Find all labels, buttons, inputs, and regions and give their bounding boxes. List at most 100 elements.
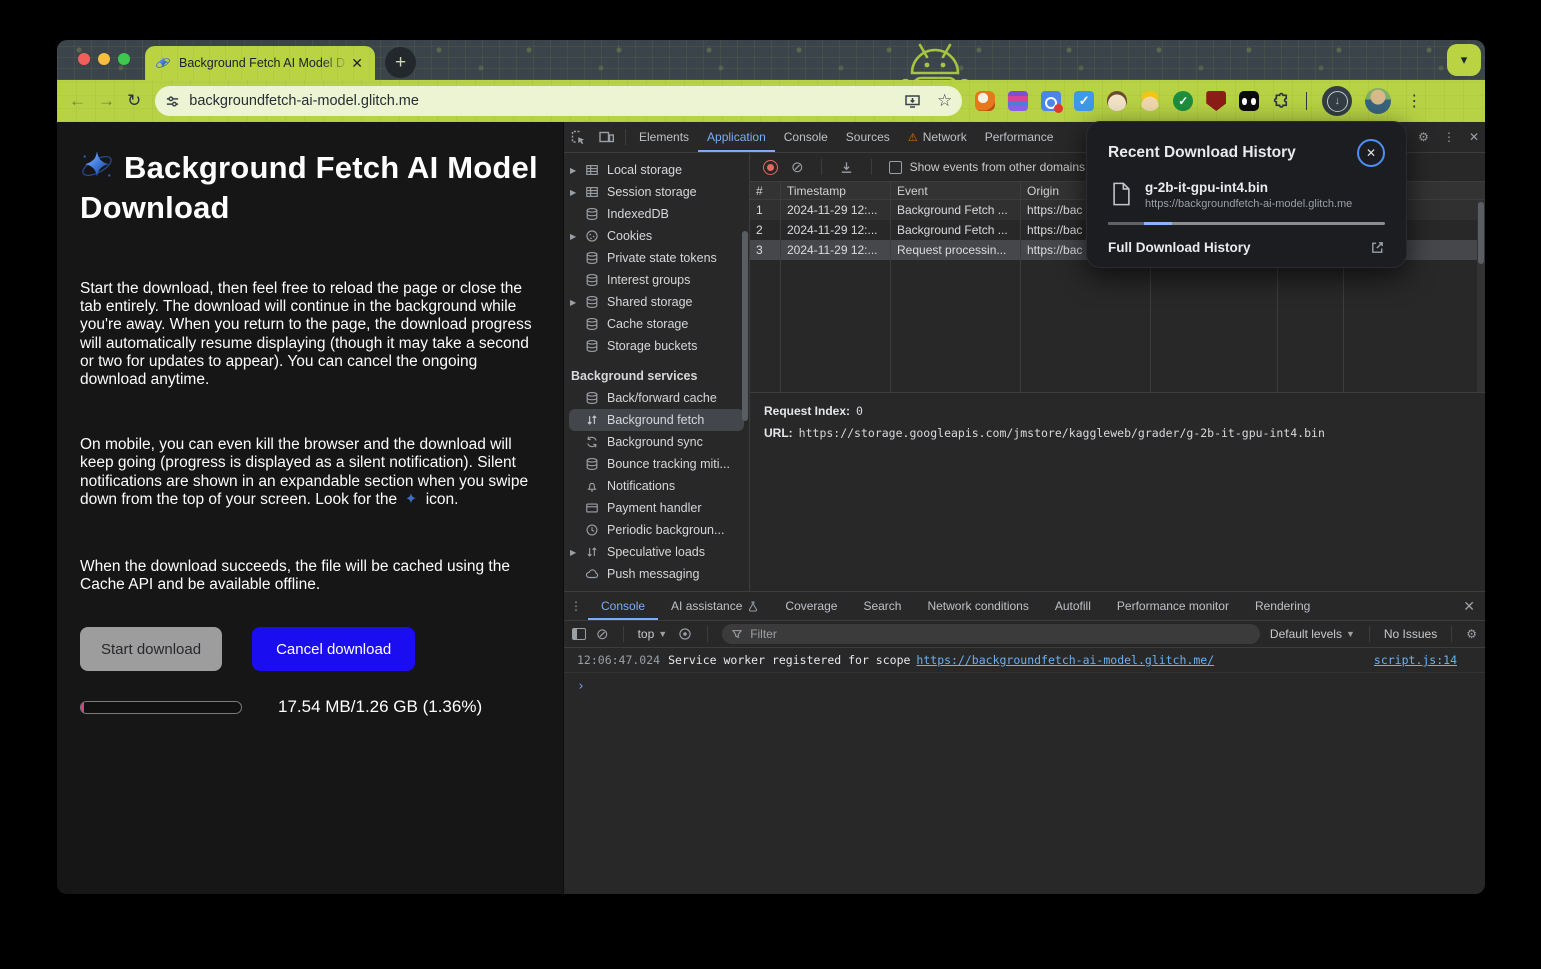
- eye-icon[interactable]: [677, 627, 693, 641]
- downloads-button[interactable]: ↓: [1322, 86, 1352, 116]
- table-row-cell[interactable]: 1: [750, 200, 781, 220]
- sidebar-item-background-sync[interactable]: Background sync: [564, 431, 749, 453]
- sidebar-item-periodic-background-sync[interactable]: Periodic backgroun...: [564, 519, 749, 541]
- download-item[interactable]: g-2b-it-gpu-int4.bin https://backgroundf…: [1108, 180, 1385, 210]
- sidebar-item-notifications[interactable]: Notifications: [564, 475, 749, 497]
- full-download-history-link[interactable]: Full Download History: [1108, 240, 1370, 255]
- sidebar-item-indexeddb[interactable]: IndexedDB: [564, 203, 749, 225]
- javascript-context-selector[interactable]: top▼: [638, 627, 668, 641]
- sidebar-item-interest-groups[interactable]: Interest groups: [564, 269, 749, 291]
- drawer-close-icon[interactable]: ✕: [1463, 598, 1475, 615]
- save-events-icon[interactable]: [839, 160, 854, 175]
- column-header-timestamp[interactable]: Timestamp: [781, 182, 891, 200]
- expand-arrow-icon[interactable]: ▶: [570, 548, 582, 557]
- expand-arrow-icon[interactable]: ▶: [570, 166, 582, 175]
- bookmark-star-icon[interactable]: ☆: [937, 91, 952, 111]
- close-window-button[interactable]: [78, 53, 90, 65]
- install-app-icon[interactable]: [904, 93, 921, 109]
- device-toolbar-icon[interactable]: [592, 129, 621, 145]
- table-row-cell[interactable]: Background Fetch ...: [891, 200, 1021, 220]
- console-filter-input[interactable]: Filter: [722, 624, 1260, 644]
- console-settings-gear-icon[interactable]: ⚙: [1466, 627, 1477, 641]
- devtools-close-icon[interactable]: ✕: [1469, 130, 1479, 144]
- extension-icon-stripes[interactable]: [1008, 91, 1028, 111]
- tab-network[interactable]: ⚠Network: [899, 122, 976, 152]
- table-row-cell[interactable]: 2: [750, 220, 781, 240]
- sidebar-item-local-storage[interactable]: ▶Local storage: [564, 159, 749, 181]
- browser-tab[interactable]: Background Fetch AI Model D ✕: [145, 46, 375, 80]
- browser-menu-icon[interactable]: ⋮: [1406, 91, 1422, 111]
- show-other-domains-option[interactable]: Show events from other domains: [889, 160, 1085, 174]
- drawer-tab-rendering[interactable]: Rendering: [1242, 592, 1323, 620]
- devtools-settings-gear-icon[interactable]: ⚙: [1418, 130, 1429, 144]
- clear-console-icon[interactable]: ⊘: [596, 627, 609, 642]
- external-link-icon[interactable]: [1370, 240, 1385, 255]
- table-row-cell[interactable]: Background Fetch ...: [891, 220, 1021, 240]
- sidebar-item-cookies[interactable]: ▶Cookies: [564, 225, 749, 247]
- address-bar[interactable]: backgroundfetch-ai-model.glitch.me ☆: [155, 86, 962, 116]
- extension-icon-red-shield[interactable]: [1206, 91, 1226, 111]
- expand-arrow-icon[interactable]: ▶: [570, 298, 582, 307]
- tab-search-button[interactable]: ▾: [1447, 44, 1481, 76]
- issues-counter[interactable]: No Issues: [1384, 627, 1437, 641]
- drawer-tab-performance-monitor[interactable]: Performance monitor: [1104, 592, 1242, 620]
- tab-sources[interactable]: Sources: [837, 122, 899, 152]
- devtools-menu-icon[interactable]: ⋮: [1443, 130, 1455, 144]
- events-scrollbar[interactable]: [1477, 200, 1485, 392]
- expand-arrow-icon[interactable]: ▶: [570, 232, 582, 241]
- extension-icon-blue-check[interactable]: ✓: [1074, 91, 1094, 111]
- extension-icon-face[interactable]: [1107, 91, 1127, 111]
- extension-icon-green-check[interactable]: ✓: [1173, 91, 1193, 111]
- zoom-window-button[interactable]: [118, 53, 130, 65]
- drawer-tab-network-conditions[interactable]: Network conditions: [914, 592, 1041, 620]
- reload-button[interactable]: ↻: [127, 91, 141, 111]
- site-settings-tune-icon[interactable]: [165, 94, 180, 109]
- extensions-puzzle-icon[interactable]: [1272, 92, 1291, 111]
- tab-application[interactable]: Application: [698, 122, 775, 152]
- forward-button[interactable]: →: [98, 91, 115, 111]
- drawer-tab-ai-assistance[interactable]: AI assistance: [658, 592, 772, 620]
- sidebar-item-push-messaging[interactable]: Push messaging: [564, 563, 749, 585]
- profile-avatar[interactable]: [1365, 88, 1391, 114]
- cancel-download-button[interactable]: Cancel download: [252, 627, 415, 671]
- clear-events-icon[interactable]: ⊘: [791, 160, 804, 175]
- extension-icon-password-key[interactable]: [1041, 91, 1061, 111]
- popup-close-button[interactable]: ✕: [1357, 139, 1385, 167]
- sidebar-item-storage-buckets[interactable]: Storage buckets: [564, 335, 749, 357]
- extension-icon-fox[interactable]: [975, 91, 995, 111]
- tab-console[interactable]: Console: [775, 122, 837, 152]
- console-sidebar-toggle-icon[interactable]: [572, 628, 586, 640]
- sidebar-item-cache-storage[interactable]: Cache storage: [564, 313, 749, 335]
- drawer-tab-console[interactable]: Console: [588, 592, 658, 620]
- drawer-menu-icon[interactable]: ⋮: [564, 599, 588, 613]
- drawer-tab-coverage[interactable]: Coverage: [772, 592, 850, 620]
- tab-elements[interactable]: Elements: [630, 122, 698, 152]
- tab-performance[interactable]: Performance: [976, 122, 1063, 152]
- checkbox-unchecked[interactable]: [889, 161, 902, 174]
- console-prompt[interactable]: ›: [564, 673, 1485, 700]
- minimize-window-button[interactable]: [98, 53, 110, 65]
- expand-arrow-icon[interactable]: ▶: [570, 188, 582, 197]
- sidebar-item-speculative-loads[interactable]: ▶Speculative loads: [564, 541, 749, 563]
- sidebar-item-payment-handler[interactable]: Payment handler: [564, 497, 749, 519]
- back-button[interactable]: ←: [69, 91, 86, 111]
- column-header-event[interactable]: Event: [891, 182, 1021, 200]
- drawer-tab-search[interactable]: Search: [850, 592, 914, 620]
- sidebar-scrollbar[interactable]: [742, 231, 748, 421]
- table-row-cell-selected[interactable]: Request processin...: [891, 240, 1021, 260]
- sidebar-item-back-forward-cache[interactable]: Back/forward cache: [564, 387, 749, 409]
- sidebar-item-session-storage[interactable]: ▶Session storage: [564, 181, 749, 203]
- sidebar-item-private-state-tokens[interactable]: Private state tokens: [564, 247, 749, 269]
- console-scope-link[interactable]: https://backgroundfetch-ai-model.glitch.…: [916, 653, 1214, 667]
- column-header-index[interactable]: #: [750, 182, 781, 200]
- new-tab-button[interactable]: +: [385, 47, 416, 78]
- record-button[interactable]: [763, 160, 778, 175]
- table-row-cell[interactable]: 2024-11-29 12:...: [781, 220, 891, 240]
- sidebar-item-background-fetch[interactable]: Background fetch: [569, 409, 744, 431]
- extension-icon-robot[interactable]: [1239, 91, 1259, 111]
- table-row-cell[interactable]: 2024-11-29 12:...: [781, 200, 891, 220]
- table-row-cell-selected[interactable]: 3: [750, 240, 781, 260]
- table-row-cell-selected[interactable]: 2024-11-29 12:...: [781, 240, 891, 260]
- sidebar-item-bounce-tracking[interactable]: Bounce tracking miti...: [564, 453, 749, 475]
- log-levels-dropdown[interactable]: Default levels▼: [1270, 627, 1355, 641]
